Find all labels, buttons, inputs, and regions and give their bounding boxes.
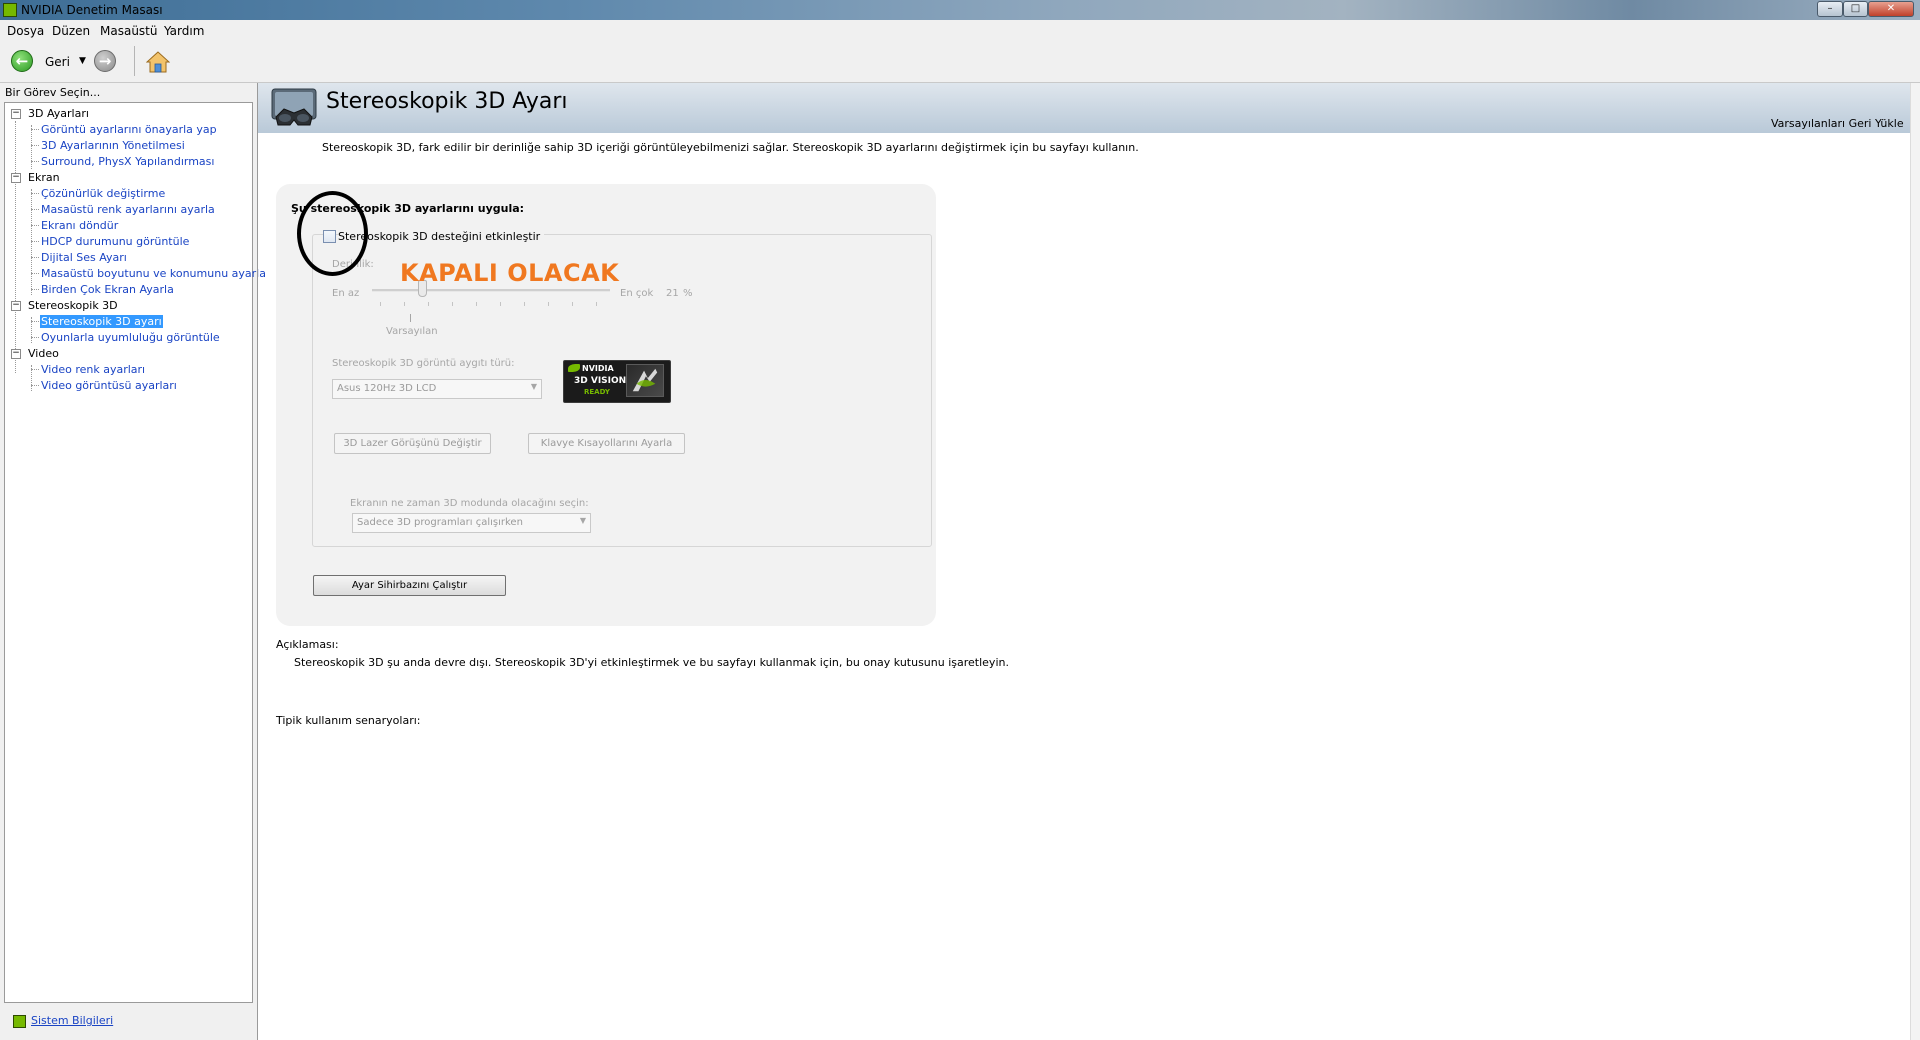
change-laser-sight-button[interactable]: 3D Lazer Görüşünü Değiştir xyxy=(334,433,491,454)
task-tree[interactable]: − 3D Ayarları Görüntü ayarlarını önayarl… xyxy=(4,102,266,1003)
maximize-icon[interactable]: □ xyxy=(1843,1,1868,17)
depth-value: 21 xyxy=(666,288,679,299)
tree-item-preset-image-settings[interactable]: Görüntü ayarlarını önayarla yap xyxy=(41,123,217,136)
slider-tick xyxy=(380,302,381,306)
tree-item-video-image[interactable]: Video görüntüsü ayarları xyxy=(41,379,177,392)
slider-tick xyxy=(596,302,597,306)
default-label: Varsayılan xyxy=(386,326,438,337)
device-type-label: Stereoskopik 3D görüntü aygıtı türü: xyxy=(332,358,515,369)
system-info-link[interactable]: Sistem Bilgileri xyxy=(31,1014,113,1027)
device-type-value: Asus 120Hz 3D LCD xyxy=(337,383,437,394)
usage-scenarios-title: Tipik kullanım senaryoları: xyxy=(276,714,421,727)
run-setup-wizard-button[interactable]: Ayar Sihirbazını Çalıştır xyxy=(313,575,506,596)
menu-bar xyxy=(0,20,1920,40)
nvidia-app-icon xyxy=(3,3,17,17)
back-arrow-icon[interactable]: ← xyxy=(11,50,33,72)
tree-category-display[interactable]: Ekran xyxy=(28,171,60,184)
tree-category-video[interactable]: Video xyxy=(28,347,59,360)
set-keyboard-shortcuts-button[interactable]: Klavye Kısayollarını Ayarla xyxy=(528,433,685,454)
vertical-scrollbar[interactable] xyxy=(1910,83,1920,1040)
depth-unit: % xyxy=(683,288,693,299)
tree-item-desktop-size-position[interactable]: Masaüstü boyutunu ve konumunu ayarla xyxy=(41,267,266,280)
annotation-text: KAPALI OLACAK xyxy=(400,259,620,287)
page-title: Stereoskopik 3D Ayarı xyxy=(326,89,568,114)
3d-mode-value: Sadece 3D programları çalışırken xyxy=(357,517,523,528)
tree-item-multiple-displays[interactable]: Birden Çok Ekran Ayarla xyxy=(41,283,174,296)
collapse-display-icon[interactable]: − xyxy=(11,173,21,183)
tree-item-hdcp-status[interactable]: HDCP durumunu görüntüle xyxy=(41,235,189,248)
3d-mode-select[interactable]: Sadece 3D programları çalışırken ▼ xyxy=(352,513,591,533)
badge-product: 3D VISION xyxy=(574,376,627,386)
slider-tick xyxy=(524,302,525,306)
tree-item-rotate-display[interactable]: Ekranı döndür xyxy=(41,219,118,232)
collapse-3d-settings-icon[interactable]: − xyxy=(11,109,21,119)
tree-item-stereoscopic-3d-setting[interactable]: Stereoskopik 3D ayarı xyxy=(40,315,163,328)
description-title: Açıklaması: xyxy=(276,638,339,651)
close-icon[interactable]: ✕ xyxy=(1868,1,1914,17)
back-button-label[interactable]: Geri xyxy=(45,55,70,69)
menu-help[interactable]: Yardım xyxy=(164,24,204,38)
task-panel-header: Bir Görev Seçin... xyxy=(5,86,101,99)
tree-item-manage-3d-settings[interactable]: 3D Ayarlarının Yönetilmesi xyxy=(41,139,185,152)
menu-desktop[interactable]: Masaüstü xyxy=(100,24,157,38)
page-intro: Stereoskopik 3D, fark edilir bir derinli… xyxy=(322,141,1139,154)
menu-file[interactable]: Dosya xyxy=(7,24,44,38)
menu-edit[interactable]: Düzen xyxy=(52,24,90,38)
panel-splitter[interactable] xyxy=(257,83,258,1040)
device-type-select[interactable]: Asus 120Hz 3D LCD ▼ xyxy=(332,379,542,399)
tree-item-game-compatibility[interactable]: Oyunlarla uyumluluğu görüntüle xyxy=(41,331,220,344)
slider-tick xyxy=(476,302,477,306)
depth-slider-track[interactable] xyxy=(372,289,610,292)
tree-item-desktop-color[interactable]: Masaüstü renk ayarlarını ayarla xyxy=(41,203,215,216)
default-marker xyxy=(410,314,411,322)
collapse-video-icon[interactable]: − xyxy=(11,349,21,359)
depth-min-label: En az xyxy=(332,288,360,299)
badge-brand: NVIDIA xyxy=(582,364,614,373)
title-bar[interactable] xyxy=(0,0,1920,20)
enable-stereo-label[interactable]: Stereoskopik 3D desteğini etkinleştir xyxy=(338,230,545,243)
tree-item-surround-physx[interactable]: Surround, PhysX Yapılandırması xyxy=(41,155,214,168)
tree-category-3d-settings[interactable]: 3D Ayarları xyxy=(28,107,89,120)
restore-defaults-link[interactable]: Varsayılanları Geri Yükle xyxy=(1771,117,1904,130)
badge-status: READY xyxy=(584,388,610,396)
minimize-icon[interactable]: – xyxy=(1817,1,1843,17)
home-icon[interactable] xyxy=(146,50,170,74)
system-info-icon xyxy=(13,1015,26,1028)
annotation-circle xyxy=(297,191,368,276)
slider-tick xyxy=(428,302,429,306)
slider-tick xyxy=(452,302,453,306)
chevron-down-icon: ▼ xyxy=(579,516,586,525)
tree-item-video-color[interactable]: Video renk ayarları xyxy=(41,363,145,376)
slider-tick xyxy=(500,302,501,306)
slider-tick xyxy=(404,302,405,306)
3d-vision-logo-icon xyxy=(626,364,664,397)
3d-mode-label: Ekranın ne zaman 3D modunda olacağını se… xyxy=(350,498,589,509)
description-text: Stereoskopik 3D şu anda devre dışı. Ster… xyxy=(294,656,1009,669)
tree-item-digital-audio[interactable]: Dijital Ses Ayarı xyxy=(41,251,127,264)
toolbar-separator xyxy=(134,46,135,76)
stereo-glasses-icon xyxy=(271,88,317,126)
toolbar xyxy=(0,40,1920,83)
forward-arrow-icon[interactable]: → xyxy=(94,50,116,72)
depth-max-label: En çok xyxy=(620,288,654,299)
chevron-down-icon: ▼ xyxy=(530,382,537,391)
collapse-stereoscopic-icon[interactable]: − xyxy=(11,301,21,311)
window-title: NVIDIA Denetim Masası xyxy=(21,3,163,17)
slider-tick xyxy=(548,302,549,306)
tree-category-stereoscopic-3d[interactable]: Stereoskopik 3D xyxy=(28,299,118,312)
tree-item-change-resolution[interactable]: Çözünürlük değiştirme xyxy=(41,187,165,200)
back-history-dropdown-icon[interactable]: ▼ xyxy=(79,56,86,66)
slider-tick xyxy=(572,302,573,306)
